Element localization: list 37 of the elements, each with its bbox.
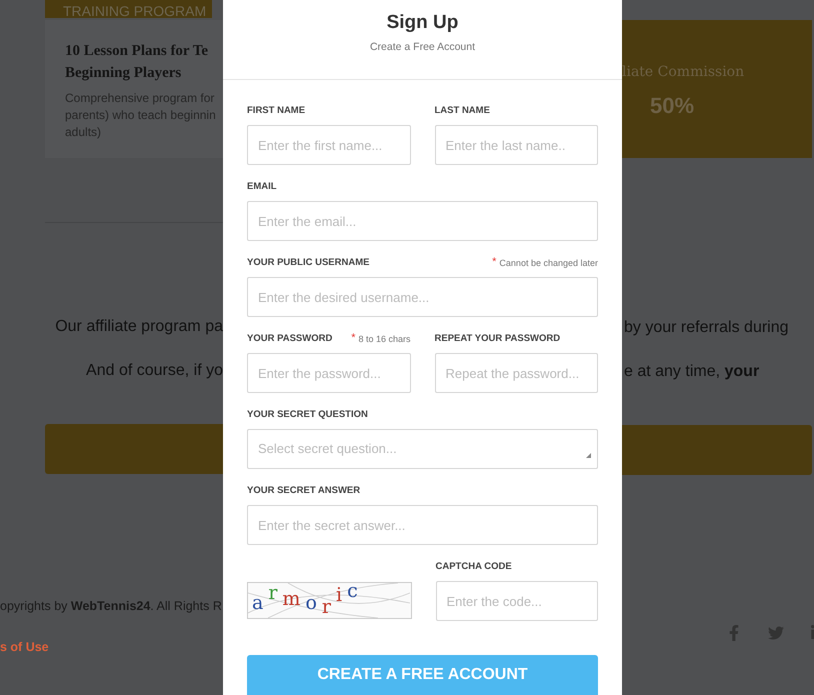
select-field[interactable]: Select secret question...	[247, 429, 598, 469]
dropdown-triangle-icon	[586, 453, 591, 458]
input-field[interactable]: Enter the last name..	[434, 125, 598, 165]
input-field[interactable]: Enter the secret answer...	[247, 505, 598, 545]
field-label: YOUR PASSWORD	[247, 332, 332, 346]
input-field[interactable]: Enter the code...	[436, 581, 598, 621]
card-title: 10 Lesson Plans for Te	[65, 42, 210, 61]
required-mark: *	[492, 256, 496, 266]
input-field[interactable]: Enter the email...	[247, 201, 598, 241]
field-note: Cannot be changed later	[499, 256, 598, 270]
input-field[interactable]: Enter the desired username...	[247, 277, 598, 317]
modal-title: Sign Up	[386, 11, 458, 35]
input-field[interactable]: Enter the first name...	[247, 125, 410, 165]
copyright-text: opyrights by WebTennis24. All Rights R	[0, 598, 223, 615]
input-field[interactable]: Enter the password...	[247, 353, 410, 393]
field-label: YOUR PUBLIC USERNAME	[247, 256, 370, 270]
twitter-icon[interactable]	[768, 625, 784, 641]
terms-link[interactable]: s of Use	[0, 638, 49, 656]
create-account-button[interactable]: CREATE A FREE ACCOUNT	[247, 655, 598, 695]
field-label: REPEAT YOUR PASSWORD	[434, 332, 560, 346]
required-mark: *	[351, 332, 356, 342]
field-label: EMAIL	[247, 180, 277, 194]
field-label: YOUR SECRET ANSWER	[247, 484, 360, 498]
paragraph-text: by your referrals during	[624, 318, 789, 338]
paragraph-text: And of course, if yo	[86, 361, 223, 381]
card-title: Beginning Players	[65, 64, 182, 83]
field-note: 8 to 16 chars	[358, 332, 410, 346]
program-tag: TRAINING PROGRAM	[45, 0, 212, 18]
field-label: YOUR SECRET QUESTION	[247, 408, 368, 422]
field-label: CAPTCHA CODE	[436, 560, 512, 574]
paragraph-text: Our affiliate program pa	[55, 317, 223, 337]
field-label: LAST NAME	[434, 104, 490, 118]
paragraph-text: e at any time, your	[624, 362, 760, 382]
field-label: FIRST NAME	[247, 104, 306, 118]
input-field[interactable]: Repeat the password...	[434, 353, 598, 393]
modal-subtitle: Create a Free Account	[370, 40, 476, 55]
captcha-image: a r m o r i c	[247, 582, 412, 619]
